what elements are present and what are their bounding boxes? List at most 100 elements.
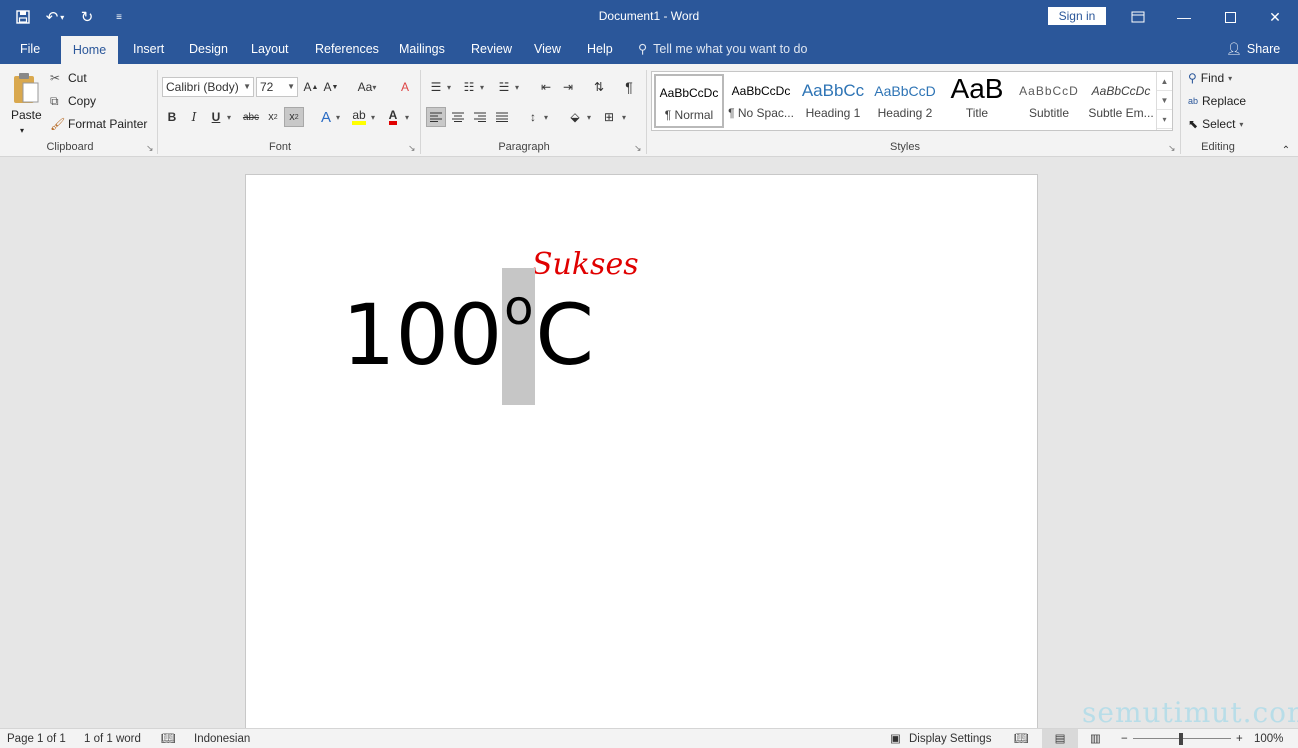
highlight-icon[interactable]: ab — [349, 107, 369, 127]
multilevel-list-icon[interactable]: ☱ — [494, 77, 514, 97]
tab-mailings[interactable]: Mailings — [389, 34, 455, 64]
font-group-label: Font — [268, 141, 291, 153]
font-launcher-icon[interactable]: ↘ — [408, 143, 416, 154]
paste-icon[interactable] — [8, 70, 44, 106]
font-color-dropdown-icon[interactable]: ▾ — [402, 107, 412, 127]
tab-references[interactable]: References — [305, 34, 389, 64]
superscript-icon[interactable]: x2 — [284, 107, 304, 127]
borders-dropdown-icon[interactable]: ▾ — [619, 107, 629, 127]
style-no-spacing[interactable]: AaBbCcDc ¶ No Spac... — [726, 74, 796, 128]
maximize-icon[interactable] — [1207, 0, 1253, 34]
sign-in-button[interactable]: Sign in — [1048, 7, 1106, 25]
style-subtitle[interactable]: AaBbCcD Subtitle — [1014, 74, 1084, 128]
clipboard-launcher-icon[interactable]: ↘ — [146, 143, 154, 154]
tab-help[interactable]: Help — [577, 34, 623, 64]
numbering-icon[interactable]: ☷ — [459, 77, 479, 97]
sort-icon[interactable]: ⇅ — [589, 77, 609, 97]
align-right-icon[interactable] — [470, 107, 490, 127]
tab-home[interactable]: Home — [61, 36, 118, 64]
borders-icon[interactable]: ⊞ — [599, 107, 619, 127]
read-mode-icon[interactable]: 📖︎ — [1014, 729, 1029, 748]
subscript-icon[interactable]: x2 — [263, 107, 283, 127]
web-layout-icon[interactable]: ▥ — [1090, 729, 1101, 748]
cut-button[interactable]: ✂ Cut — [50, 68, 87, 88]
font-name-combo[interactable]: Calibri (Body) ▼ — [162, 77, 254, 97]
proofing-icon[interactable]: 📖︎ — [161, 729, 176, 748]
scroll-down-icon[interactable]: ▼ — [1157, 91, 1172, 110]
show-formatting-marks-icon[interactable]: ¶ — [619, 77, 639, 97]
tab-review[interactable]: Review — [461, 34, 522, 64]
paragraph-launcher-icon[interactable]: ↘ — [634, 143, 642, 154]
share-button[interactable]: 👤︎ Share — [1226, 34, 1280, 64]
style-subtle-emphasis[interactable]: AaBbCcDc Subtle Em... — [1086, 74, 1156, 128]
page-count[interactable]: Page 1 of 1 — [7, 729, 66, 748]
bullets-icon[interactable]: ☰ — [426, 77, 446, 97]
display-settings[interactable]: Display Settings — [909, 729, 991, 748]
bold-icon[interactable]: B — [162, 107, 182, 127]
style-title[interactable]: AaB Title — [942, 74, 1012, 128]
paste-dropdown-icon[interactable]: ▾ — [20, 120, 24, 140]
tab-layout[interactable]: Layout — [241, 34, 299, 64]
multilevel-dropdown-icon[interactable]: ▾ — [512, 77, 522, 97]
increase-indent-icon[interactable]: ⇥ — [558, 77, 578, 97]
styles-launcher-icon[interactable]: ↘ — [1168, 143, 1176, 154]
paste-button[interactable]: Paste — [11, 105, 42, 125]
style-label: Subtle Em... — [1088, 106, 1154, 120]
shading-dropdown-icon[interactable]: ▾ — [584, 107, 594, 127]
strikethrough-icon[interactable]: abc — [241, 107, 261, 127]
shrink-font-icon[interactable]: A ▼ — [321, 77, 341, 97]
print-layout-icon[interactable]: ▤ — [1042, 729, 1078, 748]
align-left-icon[interactable] — [426, 107, 446, 127]
line-spacing-icon[interactable]: ↕ — [523, 107, 543, 127]
document-page[interactable]: Sukses 100 o C — [245, 174, 1038, 734]
text-effects-dropdown-icon[interactable]: ▾ — [333, 107, 343, 127]
italic-icon[interactable]: I — [184, 107, 204, 127]
close-icon[interactable]: ✕ — [1252, 0, 1298, 34]
replace-button[interactable]: ab Replace — [1188, 91, 1246, 111]
format-painter-button[interactable]: 🖌︎ Format Painter — [50, 114, 147, 134]
bullets-dropdown-icon[interactable]: ▾ — [444, 77, 454, 97]
tell-me-box[interactable]: ⚲ Tell me what you want to do — [638, 34, 807, 64]
scroll-up-icon[interactable]: ▲ — [1157, 72, 1172, 91]
zoom-out-icon[interactable]: − — [1121, 729, 1128, 748]
tab-view[interactable]: View — [524, 34, 571, 64]
style-normal[interactable]: AaBbCcDc ¶ Normal — [654, 74, 724, 128]
tab-insert[interactable]: Insert — [123, 34, 174, 64]
style-heading-2[interactable]: AaBbCcD Heading 2 — [870, 74, 940, 128]
font-size-combo[interactable]: 72 ▼ — [256, 77, 298, 97]
minimize-icon[interactable]: — — [1161, 0, 1207, 34]
highlight-dropdown-icon[interactable]: ▾ — [368, 107, 378, 127]
grow-font-icon[interactable]: A ▲ — [301, 77, 321, 97]
clear-formatting-icon[interactable]: A — [395, 77, 415, 97]
numbering-dropdown-icon[interactable]: ▾ — [477, 77, 487, 97]
line-spacing-dropdown-icon[interactable]: ▾ — [541, 107, 551, 127]
separator — [646, 70, 647, 154]
paragraph-group-label: Paragraph — [498, 141, 550, 153]
decrease-indent-icon[interactable]: ⇤ — [536, 77, 556, 97]
document-body-text[interactable]: 100 o C — [342, 268, 594, 405]
annotation-text: Sukses — [532, 247, 639, 282]
select-button[interactable]: ⬉ Select ▾ — [1188, 114, 1243, 134]
justify-icon[interactable] — [492, 107, 512, 127]
scissors-icon: ✂ — [50, 71, 61, 85]
tab-file[interactable]: File — [10, 34, 50, 64]
more-styles-icon[interactable]: ▾ — [1157, 110, 1172, 129]
style-heading-1[interactable]: AaBbCc Heading 1 — [798, 74, 868, 128]
ribbon-display-options-icon[interactable] — [1115, 0, 1161, 34]
change-case-icon[interactable]: Aa ▾ — [352, 77, 382, 97]
underline-icon[interactable]: U — [206, 107, 226, 127]
word-count[interactable]: 1 of 1 word — [84, 729, 141, 748]
zoom-in-icon[interactable]: + — [1236, 729, 1243, 748]
font-color-icon[interactable]: A — [383, 107, 403, 127]
copy-button[interactable]: ⧉ Copy — [50, 91, 96, 111]
zoom-slider-thumb[interactable] — [1179, 733, 1183, 745]
language[interactable]: Indonesian — [194, 729, 250, 748]
copy-icon: ⧉ — [50, 93, 59, 108]
zoom-level[interactable]: 100% — [1254, 729, 1283, 748]
find-button[interactable]: ⚲ Find ▾ — [1188, 68, 1232, 88]
tab-design[interactable]: Design — [179, 34, 238, 64]
align-center-icon[interactable] — [448, 107, 468, 127]
display-settings-icon[interactable]: ▣ — [890, 729, 901, 748]
underline-dropdown-icon[interactable]: ▾ — [224, 107, 234, 127]
shading-icon[interactable]: ⬙ — [565, 107, 585, 127]
